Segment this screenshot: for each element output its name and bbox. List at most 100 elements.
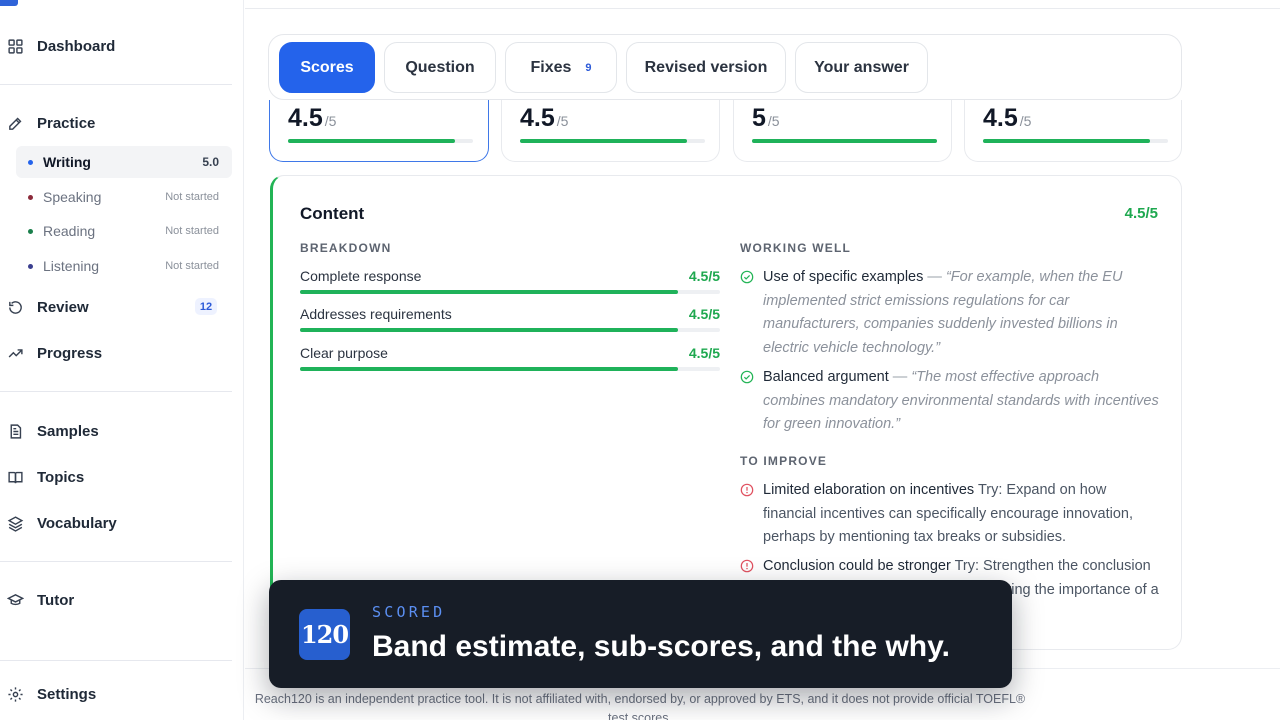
graduation-cap-icon xyxy=(6,591,24,609)
tab-question[interactable]: Question xyxy=(384,42,496,93)
header-divider xyxy=(245,8,1280,9)
sidebar-item-label: Tutor xyxy=(37,591,75,609)
feedback-heading: Limited elaboration on incentives xyxy=(763,482,975,498)
fixes-count-badge: 9 xyxy=(585,61,592,74)
feedback-heading: Use of specific examples xyxy=(763,269,924,285)
subitem-label: Writing xyxy=(43,154,91,170)
breakdown-bar xyxy=(300,290,720,294)
sidebar-item-progress[interactable]: Progress xyxy=(0,340,102,366)
sidebar-item-label: Topics xyxy=(37,468,85,486)
score-bar-fill xyxy=(752,139,937,143)
sidebar-item-practice[interactable]: Practice xyxy=(0,110,95,136)
sidebar-item-label: Review xyxy=(37,298,89,316)
sidebar-subitem-reading[interactable]: Reading Not started xyxy=(16,215,232,247)
breakdown-bar-fill xyxy=(300,328,678,332)
overlay-title: Band estimate, sub-scores, and the why. xyxy=(372,630,950,663)
breakdown-score: 4.5/5 xyxy=(688,345,720,361)
score-card[interactable]: 4.5/5 xyxy=(501,100,720,162)
subitem-status: 5.0 xyxy=(202,155,219,169)
to-improve-label: TO IMPROVE xyxy=(740,454,828,468)
disclaimer-text: Reach120 is an independent practice tool… xyxy=(254,692,1026,720)
layers-icon xyxy=(6,514,24,532)
sidebar-item-tutor[interactable]: Tutor xyxy=(0,587,74,613)
score-bar-fill xyxy=(288,139,455,143)
document-icon xyxy=(6,422,24,440)
score-value: 5/5 xyxy=(752,104,780,132)
breakdown-score: 4.5/5 xyxy=(688,268,720,284)
sidebar-item-review[interactable]: Review xyxy=(0,294,89,320)
sidebar-divider xyxy=(0,391,232,392)
sidebar-item-label: Dashboard xyxy=(37,37,116,55)
to-improve-item: Limited elaboration on incentives Try: E… xyxy=(740,479,1160,550)
tab-label: Fixes xyxy=(530,58,572,76)
status-dot xyxy=(28,194,33,200)
working-well-item: Use of specific examples — “For example,… xyxy=(740,266,1160,360)
breakdown-label: BREAKDOWN xyxy=(300,241,392,255)
subitem-status: Not started xyxy=(165,225,219,237)
check-circle-icon xyxy=(740,270,754,284)
app-logo-stub xyxy=(0,0,18,6)
trend-icon xyxy=(6,344,24,362)
sidebar-item-label: Practice xyxy=(37,114,96,132)
score-card[interactable]: 4.5/5 xyxy=(269,100,489,162)
tab-scores[interactable]: Scores xyxy=(279,42,375,93)
feedback-heading: Balanced argument xyxy=(763,369,889,385)
feedback-heading: Conclusion could be stronger xyxy=(763,558,951,574)
breakdown-row: Addresses requirements 4.5/5 xyxy=(300,306,720,332)
sidebar-divider xyxy=(0,84,232,85)
review-icon xyxy=(6,298,24,316)
sidebar-item-label: Vocabulary xyxy=(37,514,117,532)
tab-your-answer[interactable]: Your answer xyxy=(795,42,928,93)
score-bar xyxy=(520,139,705,143)
tab-fixes[interactable]: Fixes 9 xyxy=(505,42,617,93)
breakdown-score: 4.5/5 xyxy=(688,306,720,322)
book-icon xyxy=(6,468,24,486)
score-bar xyxy=(752,139,937,143)
sidebar: Dashboard Practice Writing 5.0 Speaking … xyxy=(0,0,244,720)
alert-circle-icon xyxy=(740,483,754,497)
breakdown-row: Clear purpose 4.5/5 xyxy=(300,345,720,371)
criterion-score: 4.5/5 xyxy=(1124,205,1158,222)
subitem-label: Speaking xyxy=(43,189,102,205)
score-value: 4.5/5 xyxy=(520,104,569,132)
content-criterion-card: Content 4.5/5 BREAKDOWN Complete respons… xyxy=(270,175,1182,650)
criterion-title: Content xyxy=(300,204,365,223)
score-card[interactable]: 4.5/5 xyxy=(964,100,1182,162)
sidebar-item-topics[interactable]: Topics xyxy=(0,464,84,490)
breakdown-bar xyxy=(300,328,720,332)
sidebar-subitem-speaking[interactable]: Speaking Not started xyxy=(16,181,232,213)
breakdown-bar xyxy=(300,367,720,371)
breakdown-label-text: Complete response xyxy=(300,268,422,284)
score-value: 4.5/5 xyxy=(288,104,337,132)
reach120-logo: 120 xyxy=(299,609,350,660)
sidebar-subitem-listening[interactable]: Listening Not started xyxy=(16,250,232,282)
pencil-icon xyxy=(6,114,24,132)
status-dot xyxy=(28,263,33,269)
working-well-item: Balanced argument — “The most effective … xyxy=(740,366,1160,437)
score-bar-fill xyxy=(983,139,1150,143)
sidebar-item-samples[interactable]: Samples xyxy=(0,418,99,444)
score-card[interactable]: 5/5 xyxy=(733,100,952,162)
caption-overlay: 120 SCORED Band estimate, sub-scores, an… xyxy=(269,580,1012,688)
status-dot xyxy=(28,159,33,165)
score-value: 4.5/5 xyxy=(983,104,1032,132)
subitem-status: Not started xyxy=(165,191,219,203)
sidebar-item-dashboard[interactable]: Dashboard xyxy=(0,33,115,59)
dashboard-icon xyxy=(6,37,24,55)
sidebar-item-vocabulary[interactable]: Vocabulary xyxy=(0,510,117,536)
score-bar xyxy=(288,139,473,143)
tab-revised-version[interactable]: Revised version xyxy=(626,42,786,93)
subitem-label: Listening xyxy=(43,258,100,274)
working-well-label: WORKING WELL xyxy=(740,241,852,255)
breakdown-label-text: Clear purpose xyxy=(300,345,388,361)
breakdown-bar-fill xyxy=(300,367,678,371)
breakdown-row: Complete response 4.5/5 xyxy=(300,268,720,294)
sidebar-subitem-writing[interactable]: Writing 5.0 xyxy=(16,146,232,178)
breakdown-bar-fill xyxy=(300,290,678,294)
check-circle-icon xyxy=(740,370,754,384)
breakdown-label-text: Addresses requirements xyxy=(300,306,452,322)
review-count-badge: 12 xyxy=(195,298,217,315)
sidebar-item-settings[interactable]: Settings xyxy=(0,681,96,707)
sidebar-divider xyxy=(0,561,232,562)
score-bar-fill xyxy=(520,139,687,143)
